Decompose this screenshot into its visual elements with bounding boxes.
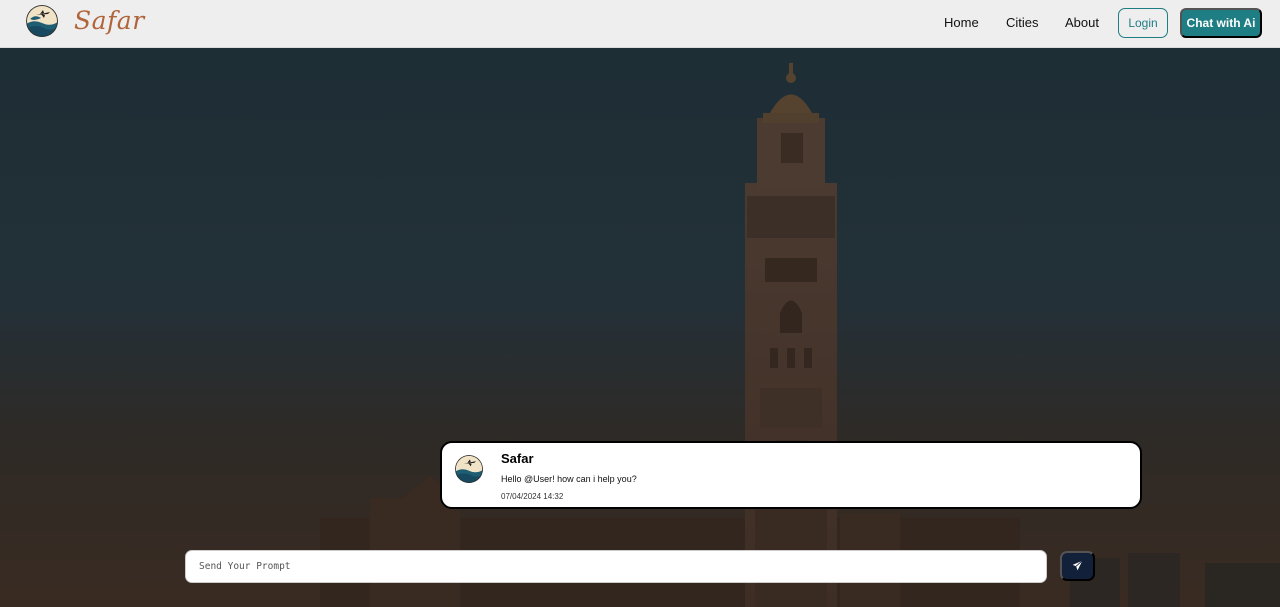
nav-cities-link[interactable]: Cities bbox=[1006, 15, 1039, 30]
login-button[interactable]: Login bbox=[1118, 8, 1168, 38]
chat-message: Safar Hello @User! how can i help you? 0… bbox=[440, 441, 1142, 509]
send-button[interactable] bbox=[1060, 551, 1095, 581]
nav-about-link[interactable]: About bbox=[1065, 15, 1099, 30]
nav-home-link[interactable]: Home bbox=[944, 15, 979, 30]
message-text: Hello @User! how can i help you? bbox=[501, 474, 637, 484]
bot-avatar-icon bbox=[455, 455, 483, 483]
prompt-input[interactable] bbox=[185, 550, 1047, 583]
brand-name[interactable]: Safar bbox=[74, 6, 145, 35]
chat-with-ai-button[interactable]: Chat with Ai bbox=[1180, 8, 1262, 38]
safar-logo-icon[interactable] bbox=[26, 5, 58, 37]
hero-background bbox=[0, 48, 1280, 607]
message-timestamp: 07/04/2024 14:32 bbox=[501, 492, 564, 501]
navbar: Safar Home Cities About Login Chat with … bbox=[0, 0, 1280, 48]
message-sender: Safar bbox=[501, 451, 534, 466]
mosque-minaret-image bbox=[320, 63, 1280, 607]
send-icon bbox=[1072, 559, 1083, 574]
